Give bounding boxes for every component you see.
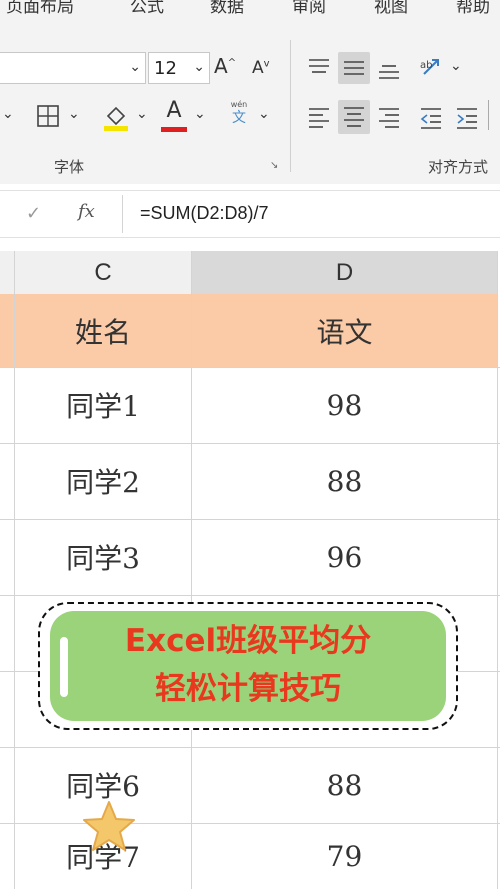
gridline [0,519,500,520]
column-header-b[interactable] [0,251,14,295]
font-size-select[interactable]: 12 ⌄ [148,52,210,84]
svg-text:ab: ab [420,60,432,71]
alignment-group-label: 对齐方式 [428,158,489,176]
phonetic-guide-icon[interactable]: wén 文 [226,100,252,126]
enter-check-icon[interactable]: ✓ [26,203,41,224]
formula-bar-divider [122,195,123,233]
fill-color-icon[interactable] [102,102,130,132]
tab-review[interactable]: 审阅 [292,0,326,22]
cell-c-row3[interactable]: 同学3 [15,519,191,595]
align-right-icon[interactable] [376,104,402,130]
decrease-font-size-icon[interactable]: Av [252,58,270,78]
chevron-down-icon[interactable]: ⌄ [68,106,80,122]
formula-bar: ✓ fx =SUM(D2:D8)/7 [0,190,500,238]
align-middle-button[interactable] [338,52,370,84]
tab-view[interactable]: 视图 [374,0,408,22]
banner-title-line1: Excel班级平均分 [124,623,372,659]
chevron-down-icon[interactable]: ⌄ [450,58,462,74]
font-size-value: 12 [154,58,177,79]
column-header-c[interactable]: C [15,251,191,295]
font-name-select[interactable]: ⌄ [0,52,146,84]
insert-function-icon[interactable]: fx [78,201,95,222]
banner-title-line2: 轻松计算技巧 [155,671,341,707]
dialog-launcher-icon[interactable]: ↘ [270,160,278,171]
gridline [497,251,498,889]
orientation-icon[interactable]: ab [418,52,448,82]
gridline [0,823,500,824]
group-divider [290,40,291,172]
gridline [0,443,500,444]
cell-c-row1[interactable]: 同学1 [15,367,191,443]
gridline [14,251,15,889]
cell-d-row2[interactable]: 88 [192,443,497,519]
cell-d-row7[interactable]: 79 [192,823,497,889]
font-color-swatch [161,127,187,132]
align-left-icon[interactable] [306,104,332,130]
chevron-down-icon: ⌄ [129,59,141,75]
tab-page-layout[interactable]: 页面布局 [6,0,74,22]
star-sticker-icon [83,801,135,851]
align-center-button[interactable] [338,100,370,134]
tab-help[interactable]: 帮助 [456,0,490,22]
align-top-icon[interactable] [306,54,332,80]
gridline [0,367,500,368]
ribbon: 页面布局 公式 数据 审阅 视图 帮助 ⌄ 12 ⌄ A^ Av ⌄ ⌄ ⌄ A… [0,0,500,184]
header-cell-b[interactable] [0,294,14,367]
borders-icon[interactable] [36,104,60,128]
font-color-icon[interactable]: A [160,98,188,123]
cell-d-row1[interactable]: 98 [192,367,497,443]
column-header-d[interactable]: D [192,251,497,296]
cell-c-row2[interactable]: 同学2 [15,443,191,519]
wrap-text-icon[interactable] [488,100,500,130]
gridline [0,747,500,748]
chevron-down-icon[interactable]: ⌄ [258,106,270,122]
font-group-label: 字体 [54,158,85,176]
chevron-down-icon[interactable]: ⌄ [194,106,206,122]
increase-indent-icon[interactable] [454,104,480,130]
title-banner: Excel班级平均分 轻松计算技巧 [50,611,446,721]
align-bottom-icon[interactable] [376,56,402,84]
tab-formulas[interactable]: 公式 [130,0,164,22]
decrease-indent-icon[interactable] [418,104,444,130]
cell-d-row6[interactable]: 88 [192,747,497,823]
cell-d-row3[interactable]: 96 [192,519,497,595]
tab-data[interactable]: 数据 [210,0,244,22]
header-cell-name[interactable]: 姓名 [15,294,191,367]
gridline [0,595,500,596]
header-cell-chinese[interactable]: 语文 [192,294,497,367]
align-center-icon [344,107,364,127]
gridline [191,251,192,889]
formula-input[interactable]: =SUM(D2:D8)/7 [140,203,269,224]
chevron-down-icon: ⌄ [193,59,205,75]
align-middle-icon [344,61,364,75]
chevron-down-icon[interactable]: ⌄ [2,106,14,122]
chevron-down-icon[interactable]: ⌄ [136,106,148,122]
increase-font-size-icon[interactable]: A^ [214,54,236,78]
